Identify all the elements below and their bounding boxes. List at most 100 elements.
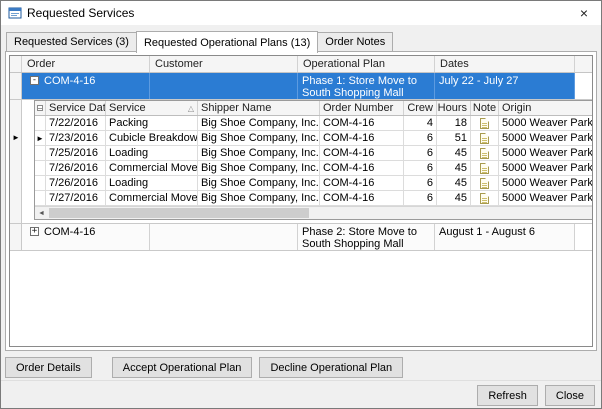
action-button-row: Order Details Accept Operational Plan De… — [5, 357, 403, 378]
order-value: COM-4-16 — [44, 75, 95, 87]
operational-plans-grid: Order Customer Operational Plan Dates - … — [9, 55, 593, 347]
master-row-phase2[interactable]: + COM-4-16 Phase 2: Store Move to South … — [10, 224, 592, 251]
master-row-phase1[interactable]: - COM-4-16 Phase 1: Store Move to South … — [10, 73, 592, 100]
window-title: Requested Services — [27, 6, 134, 20]
crew-cell: 6 — [404, 176, 437, 190]
grid-glyph-icon — [37, 105, 43, 111]
shipper-cell: Big Shoe Company, Inc., — [198, 131, 320, 145]
grid-header-row: Order Customer Operational Plan Dates — [10, 56, 592, 73]
col-order[interactable]: Order — [22, 56, 150, 72]
service-cell: Packing — [106, 116, 198, 130]
col-customer[interactable]: Customer — [150, 56, 298, 72]
col-dates[interactable]: Dates — [435, 56, 575, 72]
origin-cell: 5000 Weaver Park Ro — [499, 131, 593, 145]
footer-button-row: Refresh Close — [477, 385, 595, 406]
col-shipper-name[interactable]: Shipper Name — [198, 101, 320, 115]
note-icon[interactable] — [480, 148, 489, 159]
service-row[interactable]: 7/27/2016 Commercial Move Big Shoe Compa… — [35, 191, 593, 206]
col-order-number[interactable]: Order Number — [320, 101, 404, 115]
order-value: COM-4-16 — [44, 226, 95, 238]
tab-requested-services[interactable]: Requested Services (3) — [6, 32, 137, 51]
row-indicator — [10, 73, 22, 99]
subgrid-header-row: Service Date △ Service △ Shipper Name Or… — [35, 101, 593, 116]
scrollbar-thumb[interactable] — [49, 208, 309, 218]
service-row[interactable]: ► 7/23/2016 Cubicle Breakdown Big Shoe C… — [35, 131, 593, 146]
hours-cell: 18 — [437, 116, 471, 130]
order-details-button[interactable]: Order Details — [5, 357, 92, 378]
decline-operational-plan-button[interactable]: Decline Operational Plan — [259, 357, 403, 378]
order-cell: - COM-4-16 — [22, 73, 150, 99]
note-icon[interactable] — [480, 133, 489, 144]
close-button[interactable]: Close — [545, 385, 595, 406]
shipper-cell: Big Shoe Company, Inc., — [198, 191, 320, 205]
note-cell — [471, 131, 499, 145]
hours-cell: 45 — [437, 176, 471, 190]
row-filler — [575, 73, 592, 99]
row-indicator — [35, 176, 46, 190]
col-note[interactable]: Note — [471, 101, 499, 115]
dates-cell: July 22 - July 27 — [435, 73, 575, 99]
col-operational-plan[interactable]: Operational Plan — [298, 56, 435, 72]
scroll-left-icon[interactable]: ◄ — [35, 207, 48, 219]
service-cell: Commercial Move — [106, 161, 198, 175]
origin-cell: 5000 Weaver Park Ro — [499, 161, 593, 175]
plan-cell: Phase 2: Store Move to South Shopping Ma… — [298, 224, 435, 250]
shipper-cell: Big Shoe Company, Inc., — [198, 161, 320, 175]
order-cell: + COM-4-16 — [22, 224, 150, 250]
order-number-cell: COM-4-16 — [320, 191, 404, 205]
note-cell — [471, 146, 499, 160]
shipper-cell: Big Shoe Company, Inc., — [198, 116, 320, 130]
order-number-cell: COM-4-16 — [320, 161, 404, 175]
note-cell — [471, 161, 499, 175]
col-label: Service — [109, 102, 146, 114]
service-date-cell: 7/23/2016 — [46, 131, 106, 145]
service-date-cell: 7/26/2016 — [46, 176, 106, 190]
hours-cell: 45 — [437, 161, 471, 175]
order-number-cell: COM-4-16 — [320, 176, 404, 190]
col-crew[interactable]: Crew — [404, 101, 437, 115]
subgrid-corner-cell — [35, 101, 46, 115]
col-hours[interactable]: Hours — [437, 101, 471, 115]
service-row[interactable]: 7/22/2016 Packing Big Shoe Company, Inc.… — [35, 116, 593, 131]
customer-cell — [150, 73, 298, 99]
app-icon — [8, 6, 22, 20]
note-icon[interactable] — [480, 178, 489, 189]
service-row[interactable]: 7/26/2016 Loading Big Shoe Company, Inc.… — [35, 176, 593, 191]
requested-services-dialog: Requested Services × Requested Services … — [0, 0, 602, 409]
tab-order-notes[interactable]: Order Notes — [317, 32, 393, 51]
header-filler — [575, 56, 592, 72]
service-row[interactable]: 7/25/2016 Loading Big Shoe Company, Inc.… — [35, 146, 593, 161]
tab-panel: Order Customer Operational Plan Dates - … — [5, 51, 597, 351]
row-indicator — [35, 146, 46, 160]
note-icon[interactable] — [480, 193, 489, 204]
accept-operational-plan-button[interactable]: Accept Operational Plan — [112, 357, 253, 378]
tab-strip: Requested Services (3) Requested Operati… — [6, 30, 392, 52]
col-origin[interactable]: Origin — [499, 101, 593, 115]
header-indicator-cell — [10, 56, 22, 72]
service-row[interactable]: 7/26/2016 Commercial Move Big Shoe Compa… — [35, 161, 593, 176]
service-cell: Cubicle Breakdown — [106, 131, 198, 145]
dates-cell: August 1 - August 6 — [435, 224, 575, 250]
collapse-icon[interactable]: - — [30, 76, 39, 85]
order-number-cell: COM-4-16 — [320, 146, 404, 160]
tab-requested-operational-plans[interactable]: Requested Operational Plans (13) — [136, 31, 318, 53]
row-indicator — [35, 191, 46, 205]
crew-cell: 6 — [404, 161, 437, 175]
service-date-cell: 7/22/2016 — [46, 116, 106, 130]
title-bar[interactable]: Requested Services × — [1, 1, 601, 25]
note-icon[interactable] — [480, 163, 489, 174]
row-indicator — [10, 224, 22, 250]
close-icon[interactable]: × — [567, 1, 601, 25]
refresh-button[interactable]: Refresh — [477, 385, 538, 406]
horizontal-scrollbar[interactable]: ◄ ► — [35, 206, 593, 219]
origin-cell: 5000 Weaver Park Ro — [499, 176, 593, 190]
service-cell: Loading — [106, 146, 198, 160]
col-service[interactable]: Service △ — [106, 101, 198, 115]
hours-cell: 45 — [437, 191, 471, 205]
note-icon[interactable] — [480, 118, 489, 129]
origin-cell: 5000 Weaver Park Ro — [499, 191, 593, 205]
services-subgrid: Service Date △ Service △ Shipper Name Or… — [34, 100, 593, 220]
expand-icon[interactable]: + — [30, 227, 39, 236]
col-service-date[interactable]: Service Date △ — [46, 101, 106, 115]
detail-section: ► Service Date △ Service △ S — [10, 100, 592, 224]
